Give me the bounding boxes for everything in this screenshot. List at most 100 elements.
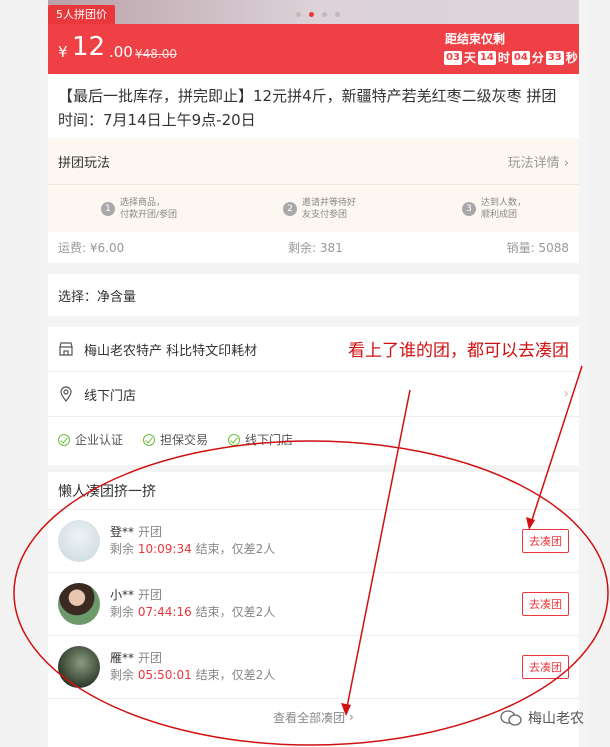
group-row: 登** 开团 剩余 10:09:34 结束，仅差2人 去凑团	[48, 510, 579, 573]
view-all-label: 查看全部凑团	[273, 710, 346, 725]
step-line: 付款开团/参团	[119, 209, 178, 220]
open-groups-card: 懒人凑团挤一挤 登** 开团 剩余 10:09:34 结束，仅差2人 去凑团 小*…	[48, 472, 579, 747]
remaining-prefix: 剩余	[110, 668, 135, 682]
chevron-right-icon: ›	[563, 386, 569, 402]
check-circle-icon	[58, 433, 70, 446]
group-step: 2 邀请并等待好 友支付参团	[283, 197, 356, 221]
step-line: 顺利成团	[480, 209, 517, 220]
location-pin-icon	[60, 386, 72, 402]
remaining-prefix: 剩余	[110, 605, 135, 619]
countdown-minutes: 04	[511, 50, 530, 65]
countdown-days: 03	[444, 50, 462, 65]
avatar	[58, 646, 100, 688]
remaining-suffix: 结束，仅差2人	[195, 542, 276, 556]
trust-badge: 线下门店	[228, 431, 293, 448]
chevron-right-icon: ›	[563, 155, 569, 171]
group-row: 雁** 开团 剩余 05:50:01 结束，仅差2人 去凑团	[48, 636, 579, 699]
countdown-hours: 14	[477, 50, 496, 65]
product-page: 5人拼团价 ¥ 12 .00 ¥48.00 距结束仅剩 03 天 14 时 04…	[40, 0, 588, 747]
product-title-card: 【最后一批库存，拼完即止】12元拼4斤，新疆特产若羌红枣二级灰枣 拼团时间：7月…	[48, 74, 579, 138]
open-groups-title: 懒人凑团挤一挤	[48, 472, 579, 510]
check-circle-icon	[143, 433, 156, 446]
countdown-label: 距结束仅剩	[445, 32, 506, 46]
countdown-seconds: 33	[545, 50, 564, 65]
price-bar: ¥ 12 .00 ¥48.00 距结束仅剩 03 天 14 时 04 分 33 …	[48, 24, 579, 74]
carousel-dots[interactable]	[296, 12, 340, 17]
offline-store-label: 线下门店	[84, 388, 137, 404]
store-name: 梅山老农特产 科比特文印耗材	[84, 343, 258, 359]
group-rules-header[interactable]: 拼团玩法 玩法详情 ›	[48, 138, 579, 184]
step-number-icon: 1	[100, 201, 115, 216]
group-open-label: 开团	[138, 651, 163, 665]
group-step: 3 达到人数， 顺利成团	[461, 197, 526, 221]
watermark-text: 梅山老农	[528, 711, 584, 727]
trust-badge: 担保交易	[143, 431, 208, 448]
countdown-second-unit: 秒	[565, 51, 578, 65]
group-remaining: 剩余 10:09:34 结束，仅差2人	[110, 541, 522, 558]
group-price-tag: 5人拼团价	[48, 5, 115, 25]
price-integer: 12	[72, 32, 106, 62]
countdown: 03 天 14 时 04 分 33 秒	[444, 49, 578, 66]
remaining-time: 05:50:01	[137, 668, 192, 682]
group-remaining: 剩余 05:50:01 结束，仅差2人	[110, 667, 522, 684]
check-circle-icon	[228, 433, 241, 446]
price-decimal: .00	[109, 43, 133, 61]
group-row: 小** 开团 剩余 07:44:16 结束，仅差2人 去凑团	[48, 573, 579, 636]
group-step: 1 选择商品， 付款开团/参团	[100, 197, 177, 221]
countdown-day-unit: 天	[463, 51, 476, 65]
step-text: 邀请并等待好 友支付参团	[302, 197, 356, 221]
remaining-time: 10:09:34	[137, 542, 192, 556]
currency-symbol: ¥	[58, 43, 68, 61]
store-icon	[59, 342, 73, 356]
step-text: 达到人数， 顺利成团	[481, 197, 526, 221]
offline-store-row[interactable]: 线下门店 ›	[48, 372, 579, 417]
rules-detail-link[interactable]: 玩法详情 ›	[508, 152, 569, 171]
carousel-dot-active[interactable]	[309, 12, 314, 17]
trust-badges: 企业认证 担保交易 线下门店	[48, 417, 579, 462]
remaining-prefix: 剩余	[110, 542, 135, 556]
chevron-right-icon: ›	[349, 710, 354, 724]
countdown-hour-unit: 时	[497, 51, 510, 65]
remaining-time: 07:44:16	[137, 605, 192, 619]
group-rules-card: 拼团玩法 玩法详情 › 1 选择商品， 付款开团/参团 2 邀请并等待好 友支付参团…	[48, 138, 579, 263]
group-open-label: 开团	[138, 525, 163, 539]
remaining-suffix: 结束，仅差2人	[195, 668, 276, 682]
carousel-dot[interactable]	[296, 12, 301, 17]
group-info: 小** 开团 剩余 07:44:16 结束，仅差2人	[110, 587, 522, 621]
badge-label: 企业认证	[75, 433, 124, 447]
group-info: 登** 开团 剩余 10:09:34 结束，仅差2人	[110, 524, 522, 558]
shipping-fee: 运费: ¥6.00	[58, 241, 125, 255]
step-line: 达到人数，	[480, 197, 526, 208]
group-info: 雁** 开团 剩余 05:50:01 结束，仅差2人	[110, 650, 522, 684]
step-line: 邀请并等待好	[302, 197, 357, 208]
join-group-button[interactable]: 去凑团	[522, 592, 569, 616]
leader-name: 雁**	[110, 651, 135, 665]
group-remaining: 剩余 07:44:16 结束，仅差2人	[110, 604, 522, 621]
trust-badge: 企业认证	[58, 431, 123, 448]
annotation-text: 看上了谁的团，都可以去凑团	[348, 336, 569, 361]
remaining-suffix: 结束，仅差2人	[195, 605, 276, 619]
badge-label: 担保交易	[160, 433, 209, 447]
spec-selector-label: 选择：净含量	[58, 289, 137, 305]
step-line: 选择商品，	[119, 197, 165, 208]
leader-name: 登**	[110, 525, 135, 539]
product-stats: 运费: ¥6.00 剩余: 381 销量: 5088	[48, 232, 579, 263]
carousel-dot[interactable]	[322, 12, 327, 17]
spec-selector[interactable]: 选择：净含量	[48, 274, 579, 316]
step-number-icon: 3	[461, 201, 476, 216]
stock-remaining: 剩余: 381	[288, 241, 343, 255]
original-price: ¥48.00	[135, 47, 177, 61]
group-steps: 1 选择商品， 付款开团/参团 2 邀请并等待好 友支付参团 3 达到人数， 顺利成团	[48, 184, 579, 232]
sales-count: 销量: 5088	[506, 241, 569, 255]
step-line: 友支付参团	[302, 209, 348, 220]
join-group-button[interactable]: 去凑团	[522, 529, 569, 553]
step-text: 选择商品， 付款开团/参团	[120, 197, 177, 221]
carousel-dot[interactable]	[335, 12, 340, 17]
badge-label: 线下门店	[245, 433, 294, 447]
group-rules-label: 拼团玩法	[58, 155, 111, 171]
leader-name: 小**	[110, 588, 135, 602]
step-number-icon: 2	[283, 201, 297, 216]
avatar	[58, 583, 100, 625]
wechat-icon	[500, 710, 522, 726]
join-group-button[interactable]: 去凑团	[522, 655, 569, 679]
